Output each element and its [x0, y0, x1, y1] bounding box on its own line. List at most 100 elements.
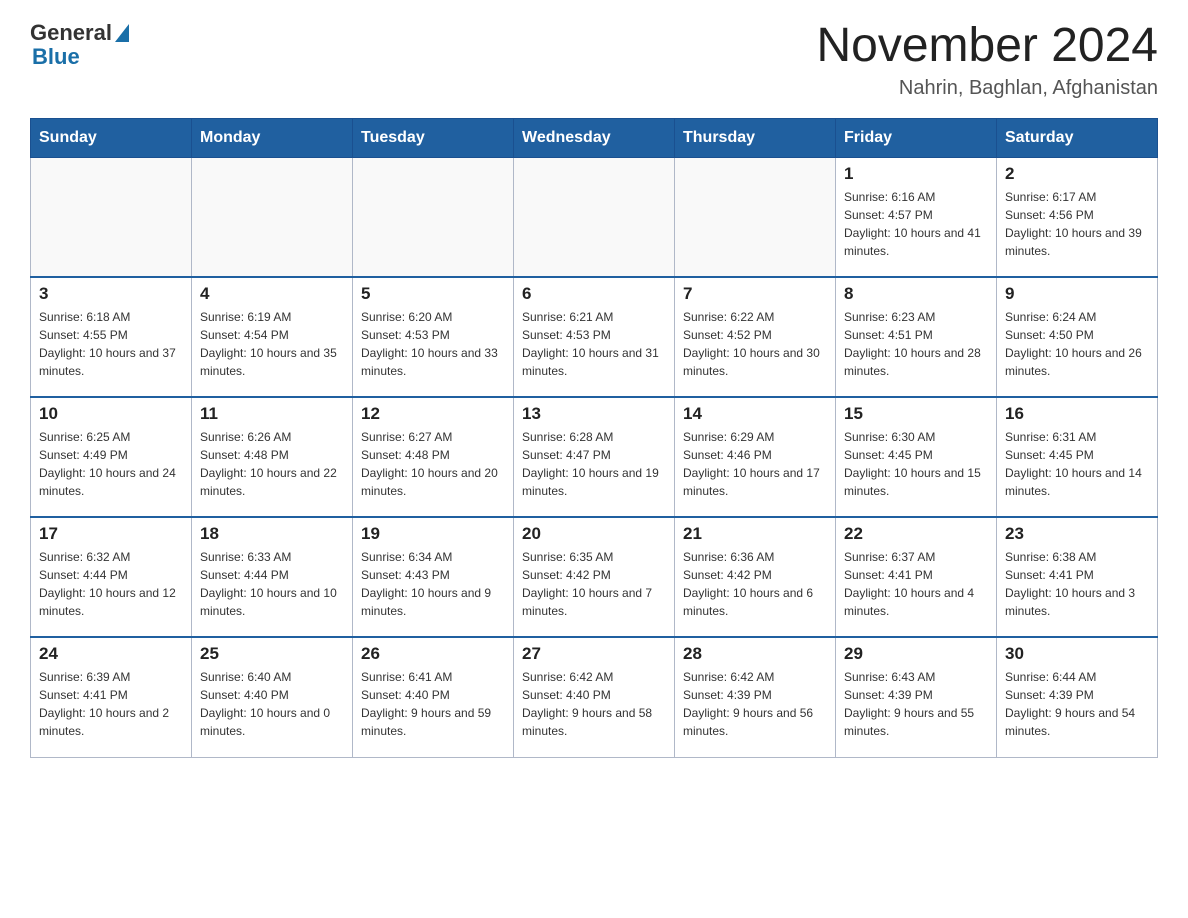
weekday-header-thursday: Thursday: [675, 118, 836, 157]
logo-blue-text: Blue: [32, 44, 80, 70]
calendar-cell: 21Sunrise: 6:36 AMSunset: 4:42 PMDayligh…: [675, 517, 836, 637]
calendar-cell: [353, 157, 514, 277]
day-number: 4: [200, 284, 344, 304]
calendar-cell: 29 Sunrise: 6:43 AMSunset: 4:39 PMDayligh…: [836, 637, 997, 757]
day-number: 7: [683, 284, 827, 304]
calendar-cell: 3 Sunrise: 6:18 AMSunset: 4:55 PMDaylight…: [31, 277, 192, 397]
calendar-week-row: 1 Sunrise: 6:16 AMSunset: 4:57 PMDaylight…: [31, 157, 1158, 277]
day-info: Sunrise: 6:19 AMSunset: 4:54 PMDaylight:…: [200, 308, 344, 380]
day-info: Sunrise: 6:17 AMSunset: 4:56 PMDaylight:…: [1005, 188, 1149, 260]
weekday-header-friday: Friday: [836, 118, 997, 157]
calendar-cell: 6 Sunrise: 6:21 AMSunset: 4:53 PMDaylight…: [514, 277, 675, 397]
day-info: Sunrise: 6:20 AMSunset: 4:53 PMDaylight:…: [361, 308, 505, 380]
page-header: General Blue November 2024 Nahrin, Baghl…: [30, 20, 1158, 100]
calendar-header-row: SundayMondayTuesdayWednesdayThursdayFrid…: [31, 118, 1158, 157]
calendar-week-row: 3 Sunrise: 6:18 AMSunset: 4:55 PMDaylight…: [31, 277, 1158, 397]
day-number: 15: [844, 404, 988, 424]
day-info: Sunrise: 6:28 AMSunset: 4:47 PMDaylight:…: [522, 428, 666, 500]
day-number: 19: [361, 524, 505, 544]
day-info: Sunrise: 6:26 AMSunset: 4:48 PMDaylight:…: [200, 428, 344, 500]
calendar-cell: 24 Sunrise: 6:39 AMSunset: 4:41 PMDayligh…: [31, 637, 192, 757]
calendar-cell: 11 Sunrise: 6:26 AMSunset: 4:48 PMDayligh…: [192, 397, 353, 517]
location-text: Nahrin, Baghlan, Afghanistan: [816, 77, 1158, 100]
day-number: 1: [844, 164, 988, 184]
calendar-cell: 20 Sunrise: 6:35 AMSunset: 4:42 PMDayligh…: [514, 517, 675, 637]
day-number: 3: [39, 284, 183, 304]
calendar-cell: 19 Sunrise: 6:34 AMSunset: 4:43 PMDayligh…: [353, 517, 514, 637]
calendar-cell: 12 Sunrise: 6:27 AMSunset: 4:48 PMDayligh…: [353, 397, 514, 517]
weekday-header-sunday: Sunday: [31, 118, 192, 157]
logo: General Blue: [30, 20, 129, 70]
day-number: 26: [361, 644, 505, 664]
day-info: Sunrise: 6:42 AMSunset: 4:40 PMDaylight:…: [522, 668, 666, 740]
day-info: Sunrise: 6:18 AMSunset: 4:55 PMDaylight:…: [39, 308, 183, 380]
day-info: Sunrise: 6:32 AMSunset: 4:44 PMDaylight:…: [39, 548, 183, 620]
weekday-header-wednesday: Wednesday: [514, 118, 675, 157]
day-info: Sunrise: 6:25 AMSunset: 4:49 PMDaylight:…: [39, 428, 183, 500]
day-number: 10: [39, 404, 183, 424]
day-number: 29: [844, 644, 988, 664]
day-number: 28: [683, 644, 827, 664]
logo-triangle-icon: [115, 24, 129, 42]
day-info: Sunrise: 6:37 AMSunset: 4:41 PMDaylight:…: [844, 548, 988, 620]
day-info: Sunrise: 6:23 AMSunset: 4:51 PMDaylight:…: [844, 308, 988, 380]
calendar-cell: [514, 157, 675, 277]
day-info: Sunrise: 6:24 AMSunset: 4:50 PMDaylight:…: [1005, 308, 1149, 380]
calendar-cell: 10 Sunrise: 6:25 AMSunset: 4:49 PMDayligh…: [31, 397, 192, 517]
day-number: 6: [522, 284, 666, 304]
calendar-cell: [675, 157, 836, 277]
day-info: Sunrise: 6:29 AMSunset: 4:46 PMDaylight:…: [683, 428, 827, 500]
day-number: 16: [1005, 404, 1149, 424]
calendar-cell: 26 Sunrise: 6:41 AMSunset: 4:40 PMDayligh…: [353, 637, 514, 757]
day-number: 11: [200, 404, 344, 424]
day-info: Sunrise: 6:16 AMSunset: 4:57 PMDaylight:…: [844, 188, 988, 260]
calendar-cell: 27 Sunrise: 6:42 AMSunset: 4:40 PMDayligh…: [514, 637, 675, 757]
day-info: Sunrise: 6:40 AMSunset: 4:40 PMDaylight:…: [200, 668, 344, 740]
day-number: 2: [1005, 164, 1149, 184]
day-info: Sunrise: 6:35 AMSunset: 4:42 PMDaylight:…: [522, 548, 666, 620]
calendar-cell: 4 Sunrise: 6:19 AMSunset: 4:54 PMDaylight…: [192, 277, 353, 397]
calendar-cell: 22Sunrise: 6:37 AMSunset: 4:41 PMDayligh…: [836, 517, 997, 637]
calendar-cell: 18 Sunrise: 6:33 AMSunset: 4:44 PMDayligh…: [192, 517, 353, 637]
month-title: November 2024: [816, 20, 1158, 73]
day-info: Sunrise: 6:30 AMSunset: 4:45 PMDaylight:…: [844, 428, 988, 500]
day-info: Sunrise: 6:31 AMSunset: 4:45 PMDaylight:…: [1005, 428, 1149, 500]
day-info: Sunrise: 6:38 AMSunset: 4:41 PMDaylight:…: [1005, 548, 1149, 620]
calendar-week-row: 10 Sunrise: 6:25 AMSunset: 4:49 PMDayligh…: [31, 397, 1158, 517]
day-info: Sunrise: 6:41 AMSunset: 4:40 PMDaylight:…: [361, 668, 505, 740]
title-section: November 2024 Nahrin, Baghlan, Afghanist…: [816, 20, 1158, 100]
calendar-cell: 7 Sunrise: 6:22 AMSunset: 4:52 PMDaylight…: [675, 277, 836, 397]
day-info: Sunrise: 6:27 AMSunset: 4:48 PMDaylight:…: [361, 428, 505, 500]
weekday-header-tuesday: Tuesday: [353, 118, 514, 157]
day-info: Sunrise: 6:36 AMSunset: 4:42 PMDaylight:…: [683, 548, 827, 620]
calendar-cell: 30 Sunrise: 6:44 AMSunset: 4:39 PMDayligh…: [997, 637, 1158, 757]
day-number: 13: [522, 404, 666, 424]
day-info: Sunrise: 6:42 AMSunset: 4:39 PMDaylight:…: [683, 668, 827, 740]
weekday-header-saturday: Saturday: [997, 118, 1158, 157]
day-info: Sunrise: 6:43 AMSunset: 4:39 PMDaylight:…: [844, 668, 988, 740]
day-number: 30: [1005, 644, 1149, 664]
day-number: 18: [200, 524, 344, 544]
day-number: 24: [39, 644, 183, 664]
calendar-cell: 28 Sunrise: 6:42 AMSunset: 4:39 PMDayligh…: [675, 637, 836, 757]
calendar-week-row: 17 Sunrise: 6:32 AMSunset: 4:44 PMDayligh…: [31, 517, 1158, 637]
day-info: Sunrise: 6:44 AMSunset: 4:39 PMDaylight:…: [1005, 668, 1149, 740]
day-number: 8: [844, 284, 988, 304]
calendar-cell: 23Sunrise: 6:38 AMSunset: 4:41 PMDayligh…: [997, 517, 1158, 637]
calendar-cell: [192, 157, 353, 277]
day-number: 12: [361, 404, 505, 424]
day-number: 25: [200, 644, 344, 664]
calendar-cell: 9Sunrise: 6:24 AMSunset: 4:50 PMDaylight…: [997, 277, 1158, 397]
day-number: 17: [39, 524, 183, 544]
day-info: Sunrise: 6:34 AMSunset: 4:43 PMDaylight:…: [361, 548, 505, 620]
calendar-table: SundayMondayTuesdayWednesdayThursdayFrid…: [30, 118, 1158, 758]
weekday-header-monday: Monday: [192, 118, 353, 157]
calendar-week-row: 24 Sunrise: 6:39 AMSunset: 4:41 PMDayligh…: [31, 637, 1158, 757]
day-info: Sunrise: 6:33 AMSunset: 4:44 PMDaylight:…: [200, 548, 344, 620]
day-info: Sunrise: 6:22 AMSunset: 4:52 PMDaylight:…: [683, 308, 827, 380]
day-info: Sunrise: 6:39 AMSunset: 4:41 PMDaylight:…: [39, 668, 183, 740]
day-number: 27: [522, 644, 666, 664]
day-number: 20: [522, 524, 666, 544]
day-info: Sunrise: 6:21 AMSunset: 4:53 PMDaylight:…: [522, 308, 666, 380]
day-number: 14: [683, 404, 827, 424]
